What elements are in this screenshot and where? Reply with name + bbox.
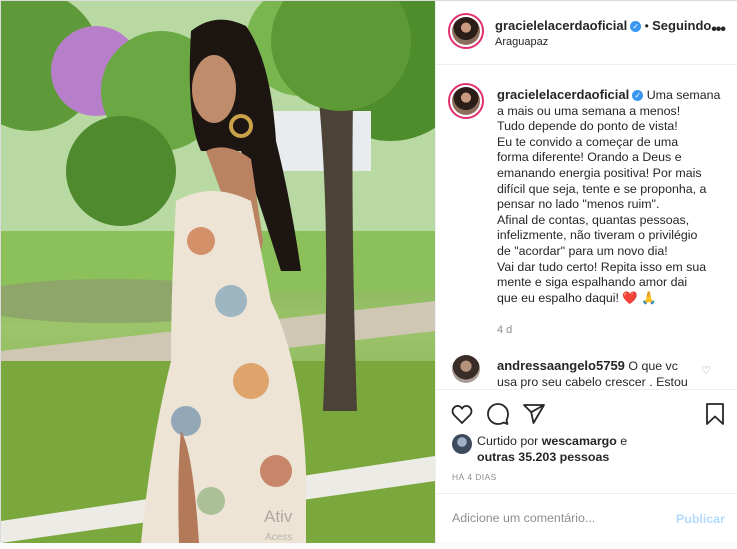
likes-suffix: e — [620, 434, 628, 448]
like-heart-icon[interactable] — [450, 402, 474, 426]
share-send-icon[interactable] — [522, 402, 546, 426]
caption-line: forma diferente! Orando a Deus e — [497, 150, 682, 165]
caption-username[interactable]: gracielelacerdaoficial — [497, 87, 629, 102]
add-comment-input[interactable] — [452, 511, 662, 525]
caption-line: Vai dar tudo certo! Repita isso em sua — [497, 259, 707, 274]
caption-line: infelizmente, não tiveram o privilégio — [497, 228, 698, 243]
pray-emoji: 🙏 — [641, 290, 657, 305]
following-button[interactable]: Seguindo — [652, 18, 711, 33]
commenter-username[interactable]: andressaangelo5759 — [497, 358, 625, 373]
post-details-panel: gracielelacerdaoficial ✓ • Seguindo Aragu… — [435, 1, 737, 543]
author-avatar[interactable] — [448, 13, 484, 49]
add-comment-bar: Publicar — [436, 493, 737, 543]
post-photo[interactable] — [1, 1, 435, 543]
likes-summary: Curtido por wescamargo e outras 35.203 p… — [477, 433, 627, 465]
separator-dot: • — [644, 19, 649, 33]
more-options-icon[interactable]: ••• — [711, 21, 726, 39]
comment-line: usa pro seu cabelo crescer . Estou — [497, 374, 688, 389]
heart-emoji: ❤️ — [622, 290, 638, 305]
comment-bubble-icon[interactable] — [486, 402, 510, 426]
caption-line: que eu espalho daqui! — [497, 290, 619, 305]
commenter-avatar[interactable] — [452, 355, 480, 383]
comments-section[interactable]: gracielelacerdaoficial ✓ Uma semana a mai… — [436, 66, 737, 389]
post-header: gracielelacerdaoficial ✓ • Seguindo Aragu… — [436, 1, 737, 65]
photo-illustration — [1, 1, 435, 543]
caption-text: gracielelacerdaoficial ✓ Uma semana a mai… — [497, 87, 729, 306]
caption-time[interactable]: 4 d — [497, 324, 512, 336]
author-line: gracielelacerdaoficial ✓ • Seguindo — [495, 18, 711, 33]
author-username[interactable]: gracielelacerdaoficial — [495, 18, 627, 33]
caption-line: Tudo depende do ponto de vista! — [497, 119, 678, 134]
caption-avatar[interactable] — [448, 83, 484, 119]
comment-text: andressaangelo5759 O que vc usa pro seu … — [497, 358, 712, 389]
caption-line: a mais ou uma semana a menos! — [497, 103, 681, 118]
activate-windows-watermark: Ativ — [264, 507, 293, 526]
publish-button[interactable]: Publicar — [676, 512, 725, 526]
liker-avatar[interactable] — [452, 434, 472, 454]
verified-badge-icon: ✓ — [630, 21, 642, 32]
caption-line: de "acordar" para um novo dia! — [497, 243, 668, 258]
likes-count-link[interactable]: outras 35.203 pessoas — [477, 450, 609, 464]
comment-line: O que vc — [628, 359, 678, 373]
caption-line: mente e siga espalhando amor dai — [497, 275, 688, 290]
caption-line: difícil que seja, tente e se proponha, a — [497, 181, 707, 196]
verified-badge-icon: ✓ — [632, 90, 644, 101]
activate-windows-watermark-sub: Acess — [265, 532, 293, 543]
post-date[interactable]: HÁ 4 DIAS — [452, 472, 497, 482]
post-location[interactable]: Araguapaz — [495, 36, 548, 48]
caption-line: pensar no lado "menos ruim". — [497, 197, 660, 212]
caption-line: Afinal de contas, quantas pessoas, — [497, 212, 690, 227]
save-bookmark-icon[interactable] — [703, 402, 727, 426]
likes-prefix: Curtido por — [477, 434, 539, 448]
liker-username[interactable]: wescamargo — [542, 434, 617, 448]
comment-like-heart-icon[interactable]: ♡ — [701, 364, 711, 377]
caption-line: Eu te convido a começar de uma — [497, 134, 679, 149]
post-modal: gracielelacerdaoficial ✓ • Seguindo Aragu… — [0, 0, 737, 543]
caption-line: Uma semana — [646, 88, 721, 102]
caption-line: emanando energia positiva! Por mais — [497, 165, 702, 180]
